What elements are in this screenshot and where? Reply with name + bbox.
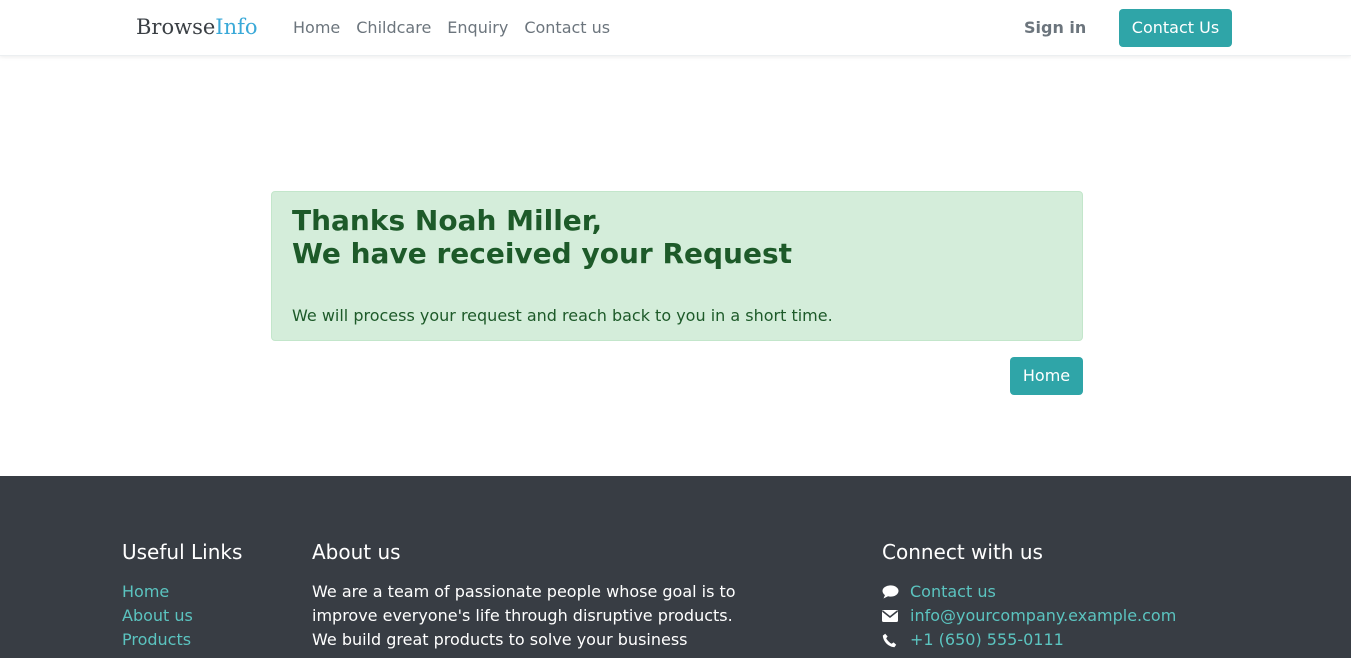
- footer-link-home[interactable]: Home: [122, 580, 242, 604]
- footer-link-about-us[interactable]: About us: [122, 604, 242, 628]
- connect-link-email[interactable]: info@yourcompany.example.com: [910, 604, 1176, 628]
- phone-icon: [882, 633, 910, 648]
- alert-title: Thanks Noah Miller, We have received you…: [292, 204, 792, 270]
- alert-title-line2: We have received your Request: [292, 237, 793, 270]
- brand-text-info: Info: [215, 15, 258, 39]
- alert-title-line1: Thanks Noah Miller,: [292, 204, 603, 237]
- nav-link-enquiry[interactable]: Enquiry: [439, 17, 516, 39]
- connect-list: Contact us info@yourcompany.example.com …: [882, 580, 1176, 652]
- connect-item-phone: +1 (650) 555-0111: [882, 628, 1176, 652]
- connect-item-email: info@yourcompany.example.com: [882, 604, 1176, 628]
- footer: Useful Links Home About us Products Abou…: [0, 476, 1351, 658]
- contact-us-button[interactable]: Contact Us: [1119, 9, 1232, 47]
- navbar: BrowseInfo Home Childcare Enquiry Contac…: [0, 0, 1351, 56]
- nav-link-childcare[interactable]: Childcare: [348, 17, 439, 39]
- connect-link-contact-us[interactable]: Contact us: [910, 580, 996, 604]
- nav-link-home[interactable]: Home: [285, 17, 348, 39]
- about-text: We are a team of passionate people whose…: [312, 582, 736, 649]
- footer-connect: Connect with us Contact us info@yourcomp…: [882, 540, 1176, 652]
- nav-link-contact-us[interactable]: Contact us: [516, 17, 618, 39]
- success-alert: Thanks Noah Miller, We have received you…: [271, 191, 1083, 341]
- brand-logo[interactable]: BrowseInfo: [136, 13, 258, 41]
- connect-item-contact: Contact us: [882, 580, 1176, 604]
- connect-link-phone[interactable]: +1 (650) 555-0111: [910, 628, 1064, 652]
- sign-in-link[interactable]: Sign in: [1024, 17, 1086, 39]
- useful-links-heading: Useful Links: [122, 540, 243, 564]
- about-heading: About us: [312, 540, 401, 564]
- brand-text-browse: Browse: [136, 15, 216, 39]
- nav-menu: Home Childcare Enquiry Contact us: [285, 17, 618, 39]
- connect-heading: Connect with us: [882, 540, 1043, 564]
- comment-icon: [882, 585, 910, 599]
- envelope-icon: [882, 610, 910, 622]
- home-button[interactable]: Home: [1010, 357, 1083, 395]
- alert-message: We will process your request and reach b…: [292, 306, 833, 325]
- useful-links-list: Home About us Products: [122, 580, 242, 652]
- footer-useful-links: Useful Links Home About us Products: [122, 540, 242, 652]
- footer-link-products[interactable]: Products: [122, 628, 242, 652]
- footer-about: About us We are a team of passionate peo…: [312, 540, 762, 652]
